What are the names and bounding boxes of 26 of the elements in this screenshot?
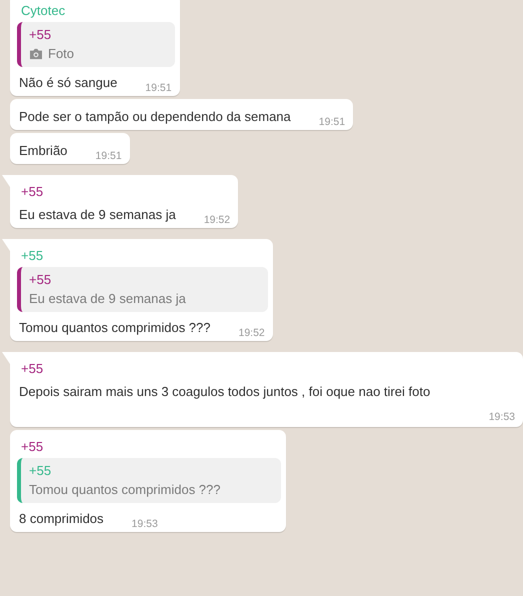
sender-name: +55 xyxy=(20,247,44,265)
message-time: 19:51 xyxy=(95,150,122,162)
message-time: 19:52 xyxy=(238,327,265,339)
message-text: Pode ser o tampão ou dependendo da semana xyxy=(19,108,291,126)
message-time: 19:51 xyxy=(318,116,346,128)
message-text: Tomou quantos comprimidos ??? xyxy=(19,319,210,337)
quoted-text: Foto xyxy=(48,46,74,61)
message-text: 8 comprimidos xyxy=(19,510,104,528)
quoted-sender: +55 xyxy=(29,272,52,287)
message-text: Embrião xyxy=(19,142,68,160)
sender-name: +55 xyxy=(20,183,44,201)
message-time: 19:51 xyxy=(145,82,172,94)
sender-name: +55 xyxy=(20,360,44,378)
message-text: Depois sairam mais uns 3 coagulos todos juntos , foi oque nao tirei foto xyxy=(19,383,432,401)
message-time: 19:52 xyxy=(204,214,230,226)
message-text: Eu estava de 9 semanas ja xyxy=(19,206,176,224)
message-text: Não é só sangue xyxy=(19,74,118,92)
sender-name: Cytotec xyxy=(20,2,66,20)
quoted-sender: +55 xyxy=(29,463,52,478)
quoted-text: Tomou quantos comprimidos ??? xyxy=(29,482,220,497)
message-time: 19:53 xyxy=(132,518,158,530)
quoted-text: Eu estava de 9 semanas ja xyxy=(29,291,186,306)
message-time: 19:53 xyxy=(488,411,515,423)
camera-icon xyxy=(29,48,43,60)
sender-name: +55 xyxy=(20,438,44,456)
quoted-sender: +55 xyxy=(29,27,52,42)
